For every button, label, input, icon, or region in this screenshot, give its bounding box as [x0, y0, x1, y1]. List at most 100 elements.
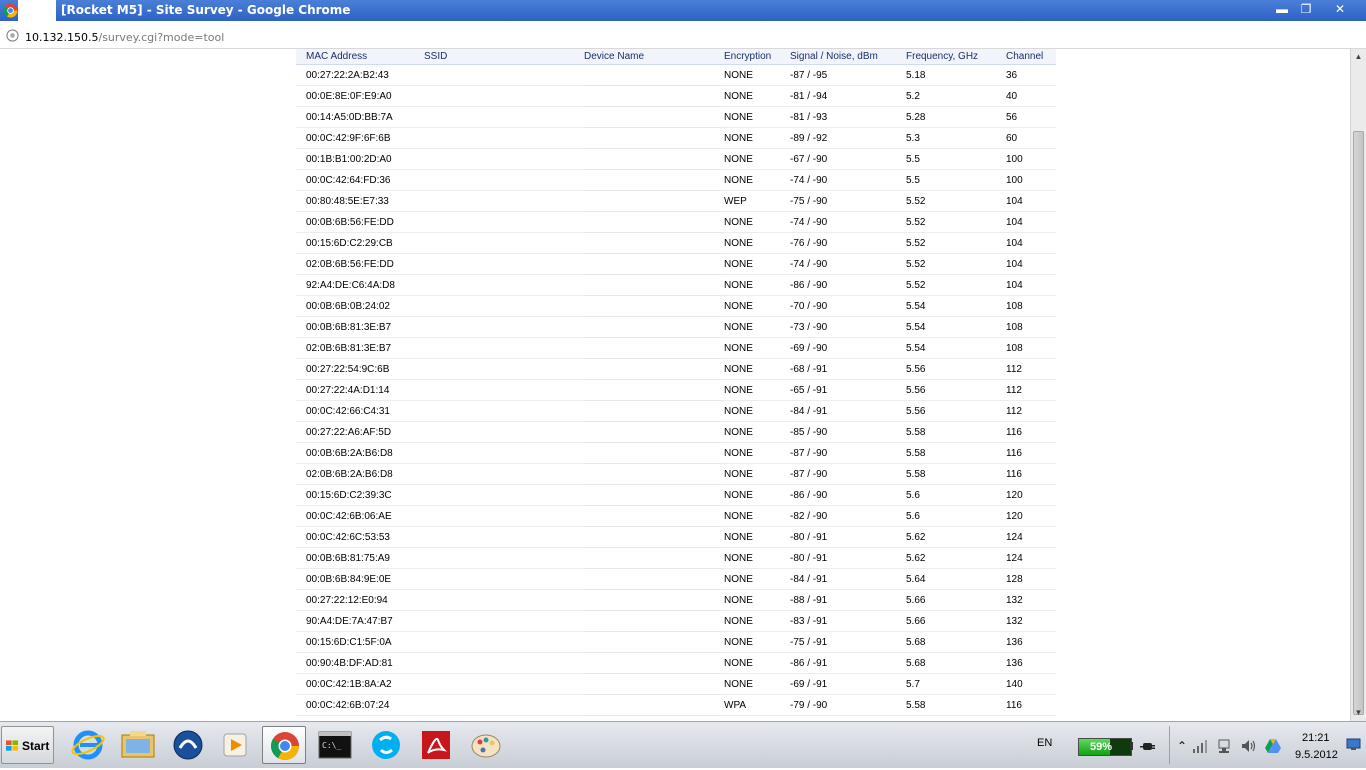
minimize-button[interactable]: ▬ [1270, 1, 1294, 18]
cell-encryption: NONE [724, 631, 790, 653]
start-button[interactable]: Start [1, 726, 54, 764]
cell-encryption: NONE [724, 505, 790, 527]
cell-encryption: NONE [724, 127, 790, 149]
table-row: 00:27:22:A6:AF:5D NONE -85 / -90 5.58 116 [296, 421, 1056, 443]
column-header-mac[interactable]: MAC Address [296, 49, 424, 65]
cell-signal-noise: -75 / -91 [790, 631, 906, 653]
cell-mac: 00:14:A5:0D:BB:7A [296, 106, 424, 128]
cell-ssid [424, 106, 584, 128]
show-desktop-icon[interactable] [1346, 738, 1361, 751]
scroll-down-arrow[interactable]: ▼ [1351, 705, 1366, 721]
cell-device-name [584, 610, 724, 632]
cell-mac: 02:0B:6B:2A:B6:D8 [296, 463, 424, 485]
internet-explorer-icon[interactable] [66, 726, 110, 764]
cell-frequency: 5.58 [906, 694, 1006, 716]
cell-device-name [584, 694, 724, 716]
column-header-signal-noise[interactable]: Signal / Noise, dBm [790, 49, 906, 65]
column-header-device-name[interactable]: Device Name [584, 49, 724, 65]
cell-ssid [424, 589, 584, 611]
command-prompt-icon[interactable]: C:\_ [313, 726, 357, 764]
cell-mac: 00:0B:6B:0B:24:02 [296, 295, 424, 317]
cell-encryption: NONE [724, 316, 790, 338]
scroll-up-arrow[interactable]: ▲ [1351, 49, 1366, 65]
cell-channel: 116 [1006, 694, 1056, 716]
cell-frequency: 5.28 [906, 106, 1006, 128]
url-path: /survey.cgi?mode=tool [98, 31, 225, 44]
cell-mac: 00:0B:6B:81:75:A9 [296, 547, 424, 569]
acrobat-reader-icon[interactable] [414, 726, 458, 764]
language-indicator[interactable]: EN [1037, 737, 1052, 749]
cell-ssid [424, 190, 584, 212]
cell-channel: 124 [1006, 547, 1056, 569]
chrome-icon[interactable] [262, 726, 306, 764]
cell-encryption: NONE [724, 442, 790, 464]
scroll-thumb[interactable] [1353, 131, 1364, 715]
cell-signal-noise: -74 / -90 [790, 169, 906, 191]
power-plug-icon[interactable] [1140, 738, 1156, 754]
cell-frequency: 5.56 [906, 358, 1006, 380]
restore-button[interactable]: ❐ [1294, 1, 1318, 18]
close-button[interactable]: ✕ [1328, 1, 1352, 18]
paint-icon[interactable] [464, 726, 508, 764]
cell-ssid [424, 379, 584, 401]
volume-icon[interactable] [1240, 738, 1256, 754]
start-label: Start [22, 739, 50, 753]
cell-channel: 108 [1006, 337, 1056, 359]
cell-channel: 132 [1006, 610, 1056, 632]
column-header-channel[interactable]: Channel [1006, 49, 1056, 65]
cell-signal-noise: -69 / -91 [790, 673, 906, 695]
cell-encryption: NONE [724, 652, 790, 674]
cell-ssid [424, 274, 584, 296]
vertical-scrollbar[interactable]: ▲ ▼ [1350, 49, 1366, 721]
cell-frequency: 5.6 [906, 505, 1006, 527]
table-row: 00:0C:42:66:C4:31 NONE -84 / -91 5.56 112 [296, 400, 1056, 422]
window-titlebar[interactable]: [Rocket M5] - Site Survey - Google Chrom… [0, 0, 1366, 21]
column-header-ssid[interactable]: SSID [424, 49, 584, 65]
cell-mac: 00:0B:6B:84:9E:0E [296, 568, 424, 590]
skype-icon[interactable] [364, 726, 408, 764]
cell-device-name [584, 232, 724, 254]
cell-signal-noise: -73 / -90 [790, 316, 906, 338]
cell-channel: 120 [1006, 505, 1056, 527]
battery-tip [1130, 742, 1133, 750]
cell-channel: 108 [1006, 316, 1056, 338]
show-hidden-icons-button[interactable]: ⌃ [1174, 738, 1190, 754]
file-explorer-icon[interactable] [116, 726, 160, 764]
cell-channel: 112 [1006, 358, 1056, 380]
cell-mac: 00:0B:6B:56:FE:DD [296, 211, 424, 233]
signal-strength-icon[interactable] [1192, 738, 1208, 754]
cell-encryption: NONE [724, 232, 790, 254]
cell-encryption: NONE [724, 64, 790, 86]
battery-meter[interactable]: 59% [1078, 738, 1132, 756]
media-player-icon[interactable] [214, 726, 258, 764]
cell-encryption: NONE [724, 211, 790, 233]
cell-encryption: NONE [724, 295, 790, 317]
google-drive-icon[interactable] [1265, 738, 1281, 754]
battery-percent: 59% [1089, 741, 1113, 753]
cell-signal-noise: -74 / -90 [790, 211, 906, 233]
address-bar[interactable]: 10.132.150.5/survey.cgi?mode=tool [0, 21, 1366, 49]
column-header-encryption[interactable]: Encryption [724, 49, 790, 65]
cell-channel: 60 [1006, 127, 1056, 149]
cell-device-name [584, 589, 724, 611]
cell-device-name [584, 106, 724, 128]
cell-ssid [424, 421, 584, 443]
cell-ssid [424, 64, 584, 86]
cell-mac: 00:0C:42:64:FD:36 [296, 169, 424, 191]
site-survey-table: MAC Address SSID Device Name Encryption … [296, 49, 1056, 716]
cell-signal-noise: -70 / -90 [790, 295, 906, 317]
clock-date[interactable]: 9.5.2012 [1295, 749, 1338, 761]
network-icon[interactable] [1216, 738, 1232, 754]
cell-mac: 00:0B:6B:2A:B6:D8 [296, 442, 424, 464]
cell-ssid [424, 694, 584, 716]
cell-device-name [584, 463, 724, 485]
phone-app-icon[interactable] [166, 726, 210, 764]
cell-frequency: 5.54 [906, 316, 1006, 338]
cell-ssid [424, 337, 584, 359]
clock-time[interactable]: 21:21 [1302, 732, 1330, 744]
page-info-icon[interactable] [6, 29, 19, 42]
column-header-frequency[interactable]: Frequency, GHz [906, 49, 1006, 65]
table-row: 00:0B:6B:84:9E:0E NONE -84 / -91 5.64 128 [296, 568, 1056, 590]
table-row: 00:0B:6B:56:FE:DD NONE -74 / -90 5.52 104 [296, 211, 1056, 233]
url-text[interactable]: 10.132.150.5/survey.cgi?mode=tool [25, 31, 224, 44]
